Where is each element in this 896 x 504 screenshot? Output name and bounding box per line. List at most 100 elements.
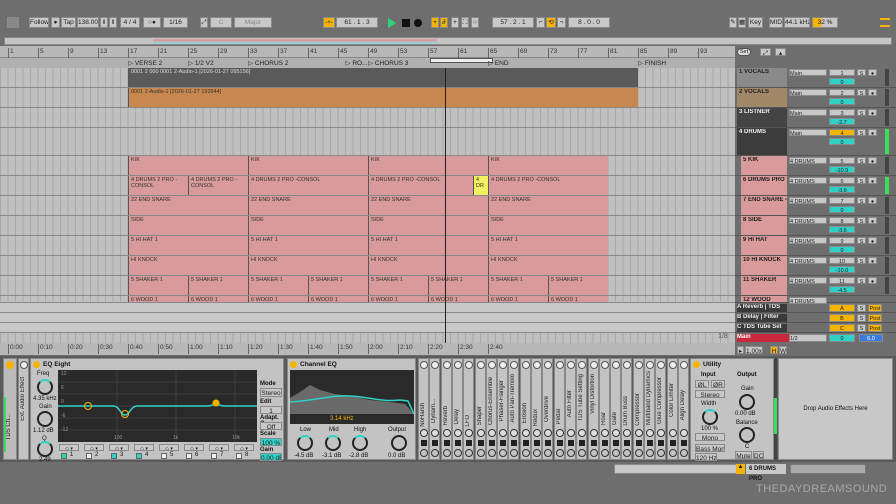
time-signature-field[interactable]: 4 / 4 [120, 17, 140, 28]
device-save-icon[interactable] [658, 440, 665, 446]
volume-field[interactable]: -10.0 [829, 266, 855, 273]
device-power-icon[interactable] [487, 361, 496, 369]
show-w-button[interactable]: W [779, 346, 787, 354]
device-save-icon[interactable] [432, 440, 439, 446]
menu-icon[interactable] [880, 18, 890, 27]
clip[interactable]: 5 HI HAT 1 [128, 236, 248, 255]
clip[interactable]: 4 DRUMS 2 PRO -CONSOL [188, 176, 248, 195]
device-collapse-icon[interactable] [499, 449, 508, 457]
clip[interactable]: 5 SHAKER 1 [488, 276, 548, 295]
device-save-icon[interactable] [454, 440, 461, 446]
clip[interactable]: 5 SHAKER 1 [188, 276, 248, 295]
record-icon[interactable] [414, 19, 422, 27]
device-edit-icon[interactable] [465, 429, 474, 437]
collapsed-device[interactable]: Glue Compressor [655, 358, 667, 460]
device-edit-icon[interactable] [566, 429, 575, 437]
device-power-icon[interactable] [634, 361, 643, 369]
arm-button[interactable]: ● [868, 277, 877, 284]
capture-icon[interactable]: ⛶ [461, 17, 469, 28]
clip[interactable]: 6 WOOD 1 [548, 296, 608, 302]
track-header[interactable]: 12 WOOD 4 DRUMS [735, 296, 896, 304]
clip[interactable]: 5 SHAKER 1 [428, 276, 488, 295]
punch-out-icon[interactable]: ¬ [557, 17, 566, 28]
locator[interactable]: ▷ END [488, 59, 509, 67]
locator[interactable]: ▷ CHORUS 3 [368, 59, 408, 67]
device-power-icon[interactable] [555, 361, 564, 369]
solo-button[interactable]: S [857, 69, 866, 76]
track-header[interactable]: 7 END SNARE -4 DRUMS 7 S ● 0 [735, 196, 896, 216]
track-activator[interactable]: 5 [829, 157, 855, 164]
device-power-icon[interactable] [431, 361, 440, 369]
locator-lane[interactable]: ▷ VERSE 2 ▷ 1/2 V2 ▷ CHORUS 2 ▷ RO... ▷ CHOR… [0, 58, 735, 68]
clip[interactable]: 5 SHAKER 1 [548, 276, 608, 295]
output-routing-dropdown[interactable]: 4 DRUMS [789, 237, 827, 244]
output-routing-dropdown[interactable]: 4 DRUMS [789, 197, 827, 204]
device-save-icon[interactable] [579, 440, 586, 446]
scale-dropdown[interactable]: Major [234, 17, 272, 28]
device-save-icon[interactable] [613, 440, 620, 446]
filter-type-dropdown[interactable]: ◇ ▾ [159, 444, 179, 451]
locator[interactable]: ▷ VERSE 2 [128, 59, 162, 67]
key-dropdown[interactable]: C [210, 17, 232, 28]
solo-button[interactable]: S [857, 197, 866, 204]
gain-knob[interactable] [739, 394, 755, 410]
device-collapse-icon[interactable] [679, 449, 688, 457]
device-edit-icon[interactable] [668, 429, 677, 437]
device-power-icon[interactable] [6, 361, 14, 369]
device-edit-icon[interactable] [521, 429, 530, 437]
main-track-header[interactable]: Main 1/2 0 6.0 [735, 333, 896, 343]
clip[interactable]: 4 DR [473, 176, 488, 195]
clip[interactable]: 6 WOOD 1 [488, 296, 548, 302]
adapt-q-toggle[interactable]: Off [260, 422, 282, 430]
output-routing-dropdown[interactable]: Main [789, 129, 827, 136]
volume-field[interactable]: -3.9 [829, 186, 855, 193]
locator[interactable]: ▷ 1/2 V2 [188, 59, 214, 67]
view-toggle-icon[interactable] [7, 17, 19, 28]
track-header[interactable]: 4 DRUMS Main 4 S ● 0 [735, 128, 896, 156]
device-edit-icon[interactable] [544, 429, 553, 437]
filter-type-dropdown[interactable]: ◇ ▾ [59, 444, 79, 451]
draw-pencil-icon[interactable]: ✎ [729, 17, 737, 28]
tempo-field[interactable]: 138.00 [77, 17, 99, 28]
track-activator[interactable]: 11 [829, 277, 855, 284]
balance-knob[interactable] [739, 427, 755, 443]
clip[interactable]: HI KNOCK [248, 256, 368, 275]
device-power-icon[interactable] [544, 361, 553, 369]
track-name-box[interactable]: 4 DRUMS [737, 128, 787, 155]
device-edit-icon[interactable] [679, 429, 688, 437]
track-header[interactable]: 9 HI HAT 4 DRUMS 9 S ● 0 [735, 236, 896, 256]
pre-post-toggle[interactable]: Post [868, 304, 882, 312]
volume-field[interactable]: -10.9 [829, 166, 855, 173]
device-edit-icon[interactable] [442, 429, 451, 437]
clip[interactable]: 6 WOOD 1 [128, 296, 188, 302]
device-power-icon[interactable] [589, 361, 598, 369]
device-save-icon[interactable] [556, 440, 563, 446]
track-activator[interactable]: 9 [829, 237, 855, 244]
collapsed-device[interactable]: Auto Filter [564, 358, 576, 460]
collapsed-device[interactable]: Reverb [440, 358, 452, 460]
track-header[interactable]: 3 LISTNER Main 3 S ● -2.7 [735, 108, 896, 128]
collapsed-device[interactable]: LFO [463, 358, 475, 460]
output-knob[interactable] [391, 435, 407, 451]
collapsed-device[interactable]: Dynam... [429, 358, 441, 460]
track-name-box[interactable]: 11 SHAKER [741, 276, 787, 295]
track-activator[interactable]: 3 [829, 109, 855, 116]
return-activator[interactable]: C [829, 324, 855, 332]
loop-length-field[interactable]: 8 . 0 . 0 [568, 17, 610, 28]
device-power-icon[interactable] [20, 361, 28, 369]
q-knob[interactable] [37, 441, 53, 457]
collapsed-device[interactable]: Roar [598, 358, 610, 460]
output-routing-dropdown[interactable]: 4 DRUMS [789, 177, 827, 184]
return-track-header[interactable]: A Reverb | TDS A S Post [735, 303, 896, 313]
invert-left-button[interactable]: ØL [695, 380, 709, 388]
device-power-icon[interactable] [566, 361, 575, 369]
collapsed-device[interactable]: Multiband Dynamics [644, 358, 655, 460]
arrangement-overview[interactable] [4, 37, 892, 45]
filter-type-dropdown[interactable]: ◇ ▾ [109, 444, 129, 451]
filter-type-dropdown[interactable]: ◇ ▾ [184, 444, 204, 451]
clip[interactable]: SIDE [128, 216, 248, 235]
width-knob[interactable] [702, 409, 718, 425]
device-power-icon[interactable] [668, 361, 677, 369]
arrangement-record-icon[interactable]: ● [51, 17, 60, 28]
return-track-header[interactable]: B Delay | Filter B S Post [735, 313, 896, 323]
